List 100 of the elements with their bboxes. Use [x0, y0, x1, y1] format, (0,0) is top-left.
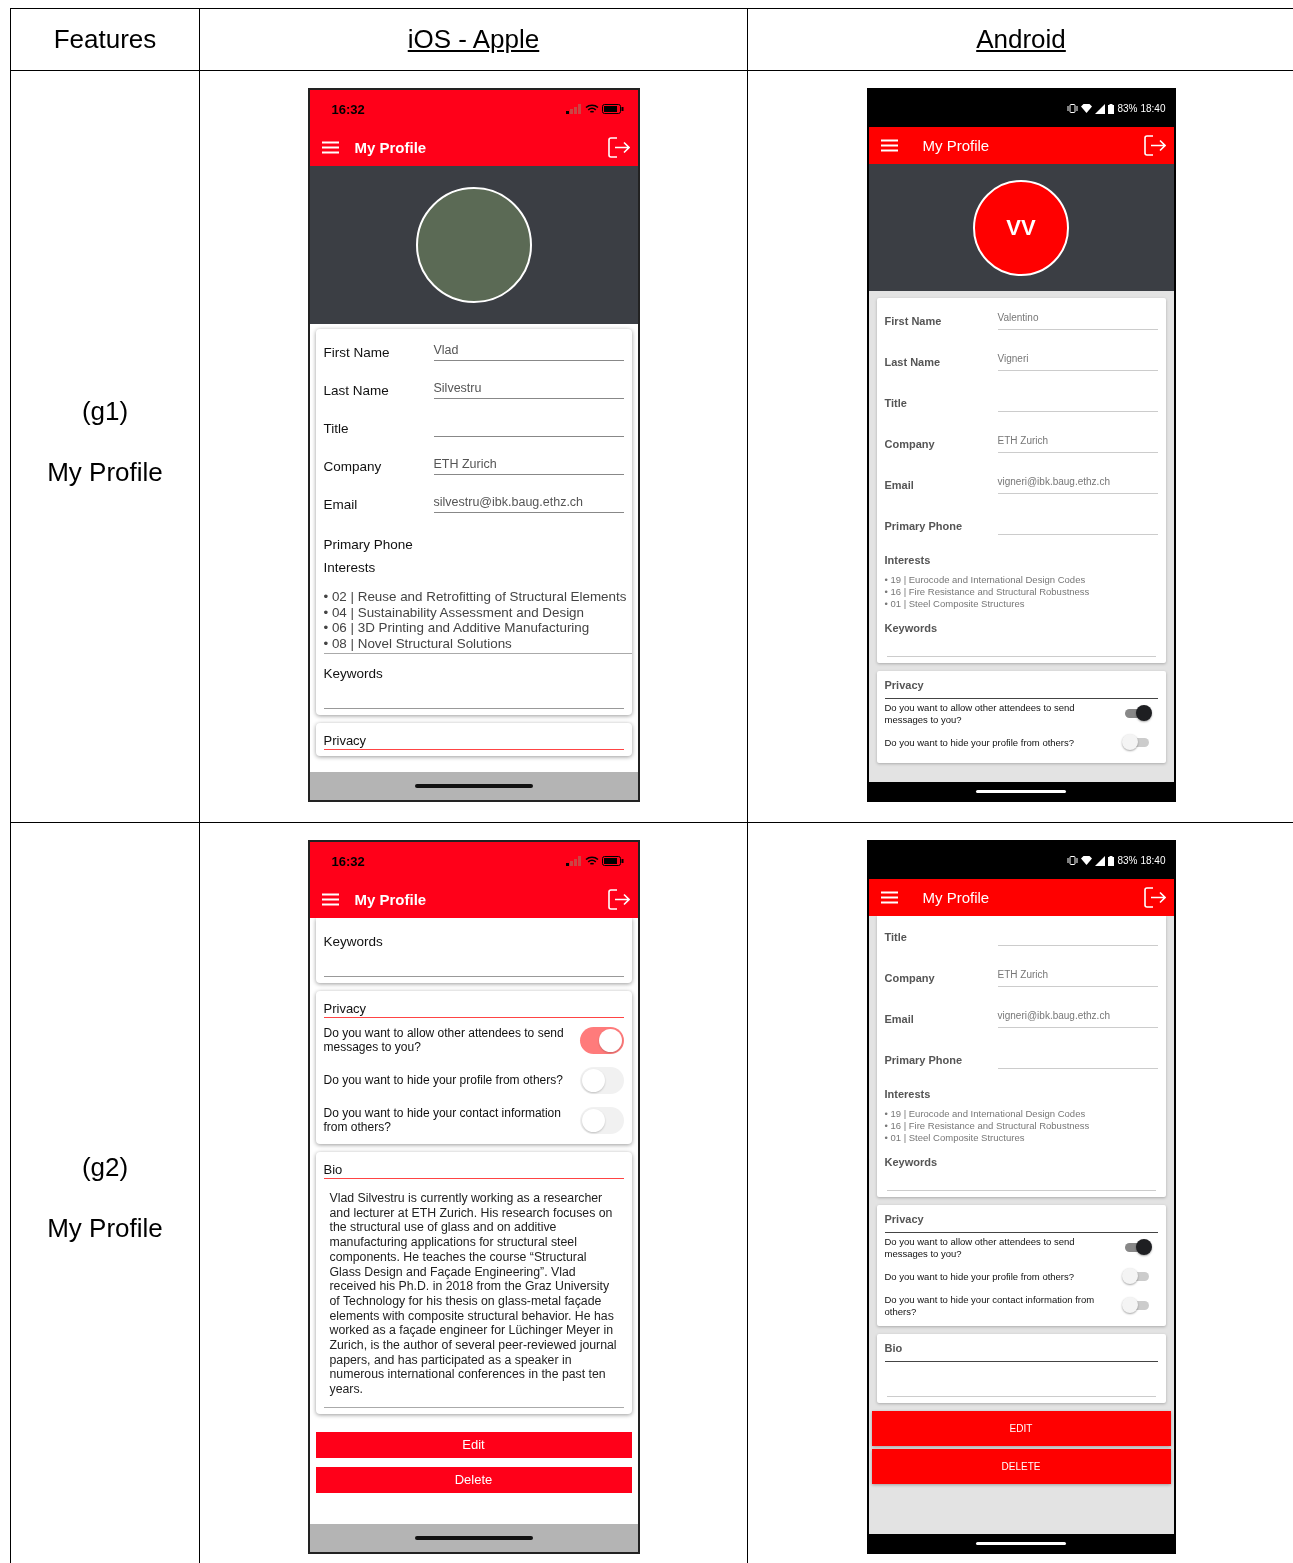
section-heading: Bio — [323, 1156, 624, 1179]
action-button[interactable]: Edit — [315, 1431, 632, 1458]
logout-icon[interactable] — [607, 136, 630, 158]
field-label: Interests — [884, 554, 932, 566]
row-code: (g1) — [81, 395, 129, 427]
toggle-switch[interactable] — [579, 1026, 624, 1054]
input-field[interactable]: ETH Zurich — [997, 968, 1158, 987]
interest-item: • 01 | Steel Composite Structures — [884, 1132, 1026, 1144]
field-label: Interests — [884, 1088, 932, 1100]
interest-item: • 16 | Fire Resistance and Structural Robustness — [884, 1120, 1091, 1132]
interest-item: • 19 | Eurocode and International Design Codes — [884, 1108, 1087, 1120]
field-label: Title — [323, 420, 350, 436]
vibrate-icon — [1067, 856, 1079, 865]
wifi-icon — [584, 856, 599, 866]
toggle-label: Do you want to hide your contact information from others? — [323, 1106, 562, 1134]
field-label: Email — [323, 496, 359, 512]
battery-icon — [1108, 855, 1115, 866]
input-field[interactable]: vigneri@ibk.baug.ethz.ch — [997, 1009, 1158, 1028]
input-field[interactable]: ETH Zurich — [433, 457, 624, 475]
section-heading: Bio — [884, 1336, 1158, 1362]
interest-item: • 16 | Fire Resistance and Structural Robustness — [884, 586, 1091, 598]
field-label: First Name — [323, 344, 391, 360]
field-label: First Name — [884, 314, 943, 327]
logout-icon[interactable] — [1143, 135, 1166, 156]
signal-icon — [565, 104, 582, 114]
section-heading: Privacy — [884, 1207, 1158, 1233]
interest-item: • 06 | 3D Printing and Additive Manufacturing — [323, 620, 591, 636]
toggle-label: Do you want to allow other attendees to send messages to you? — [884, 1235, 1076, 1260]
row-code: (g2) — [81, 1152, 129, 1183]
field-label: Primary Phone — [884, 519, 964, 532]
section-heading: Privacy — [884, 673, 1158, 699]
battery-icon — [601, 104, 624, 114]
action-button[interactable]: EDIT — [871, 1411, 1171, 1446]
logout-icon[interactable] — [607, 888, 630, 910]
field-label: Email — [884, 1012, 915, 1025]
signal-icon — [1095, 103, 1106, 114]
field-label: Company — [884, 437, 936, 450]
interest-item: • 01 | Steel Composite Structures — [884, 598, 1026, 610]
app-title: My Profile — [922, 889, 991, 906]
field-label: Interests — [323, 560, 377, 575]
vibrate-icon — [1067, 104, 1079, 113]
toggle-label: Do you want to hide your profile from others? — [884, 736, 1076, 749]
field-label: Title — [884, 930, 908, 943]
status-time: 16:32 — [331, 101, 365, 117]
input-field[interactable]: silvestru@ibk.baug.ethz.ch — [433, 495, 624, 513]
app-title: My Profile — [354, 138, 428, 156]
battery-icon — [1108, 103, 1115, 114]
input-field[interactable]: Valentino — [997, 311, 1158, 330]
field-label: Keywords — [884, 1156, 939, 1168]
wifi-icon — [584, 104, 599, 114]
battery-percent: 83% — [1117, 855, 1138, 866]
menu-icon[interactable] — [321, 140, 339, 154]
field-label: Last Name — [884, 355, 942, 368]
interest-item: • 02 | Reuse and Retrofitting of Structural Elements — [323, 589, 628, 605]
signal-icon — [1095, 855, 1106, 866]
menu-icon[interactable] — [880, 891, 898, 904]
column-header: iOS - Apple — [407, 24, 540, 55]
app-title: My Profile — [354, 890, 428, 908]
battery-icon — [601, 856, 624, 866]
bio-text: Vlad Silvestru is currently working as a researcher and lecturer at ETH Zurich. His research focuses on the structural use of glass and on additive manufacturing applications for structural steel components. He teaches the course “Structural Glass Design and Façade Engineering”. Vlad received his Ph.D. in 2018 from the Graz University of Technology for his thesis on glass-metal façade elements with composite structural behavior. He has worked as a façade engineer for Lüchinger Meyer in Zurich, is the author of several peer-reviewed journal papers, and has participated as a speaker in numerous international conferences in the past ten years. — [328, 1190, 618, 1399]
input-field[interactable]: Silvestru — [433, 381, 624, 399]
battery-percent: 83% — [1117, 103, 1138, 114]
section-heading: Privacy — [323, 727, 624, 750]
action-button[interactable]: Delete — [315, 1466, 632, 1493]
menu-icon[interactable] — [321, 892, 339, 906]
interest-item: • 08 | Novel Structural Solutions — [323, 635, 513, 651]
column-header: Android — [976, 24, 1066, 55]
toggle-label: Do you want to allow other attendees to send messages to you? — [323, 1026, 565, 1054]
wifi-icon — [1081, 856, 1093, 865]
toggle-switch[interactable] — [579, 1066, 624, 1094]
interest-item: • 19 | Eurocode and International Design Codes — [884, 574, 1087, 586]
toggle-label: Do you want to hide your profile from others? — [323, 1073, 564, 1087]
toggle-switch[interactable] — [579, 1106, 624, 1134]
interest-item: • 04 | Sustainability Assessment and Design — [323, 604, 585, 620]
action-button[interactable]: DELETE — [871, 1449, 1171, 1484]
input-field[interactable]: vigneri@ibk.baug.ethz.ch — [997, 475, 1158, 494]
field-label: Primary Phone — [323, 536, 414, 552]
field-label: Email — [884, 478, 915, 491]
field-label: Last Name — [323, 382, 390, 398]
field-label: Title — [884, 396, 908, 409]
column-header: Features — [53, 24, 157, 55]
avatar-initials: VV — [973, 179, 1069, 276]
wifi-icon — [1081, 104, 1093, 113]
field-label: Keywords — [323, 934, 384, 949]
row-label: My Profile — [47, 1213, 163, 1244]
status-time: 16:32 — [331, 853, 365, 869]
input-field[interactable]: Vigneri — [997, 352, 1158, 371]
field-label: Primary Phone — [884, 1053, 964, 1066]
field-label: Company — [323, 458, 383, 474]
status-time: 18:40 — [1140, 103, 1166, 114]
input-field[interactable]: ETH Zurich — [997, 434, 1158, 453]
toggle-label: Do you want to hide your profile from others? — [884, 1270, 1076, 1283]
signal-icon — [565, 856, 582, 866]
input-field[interactable]: Vlad — [433, 343, 624, 361]
logout-icon[interactable] — [1143, 887, 1166, 908]
toggle-label: Do you want to allow other attendees to send messages to you? — [884, 701, 1076, 726]
field-label: Company — [884, 971, 936, 984]
field-label: Keywords — [884, 622, 939, 634]
menu-icon[interactable] — [880, 139, 898, 152]
toggle-label: Do you want to hide your contact information from others? — [884, 1293, 1096, 1318]
